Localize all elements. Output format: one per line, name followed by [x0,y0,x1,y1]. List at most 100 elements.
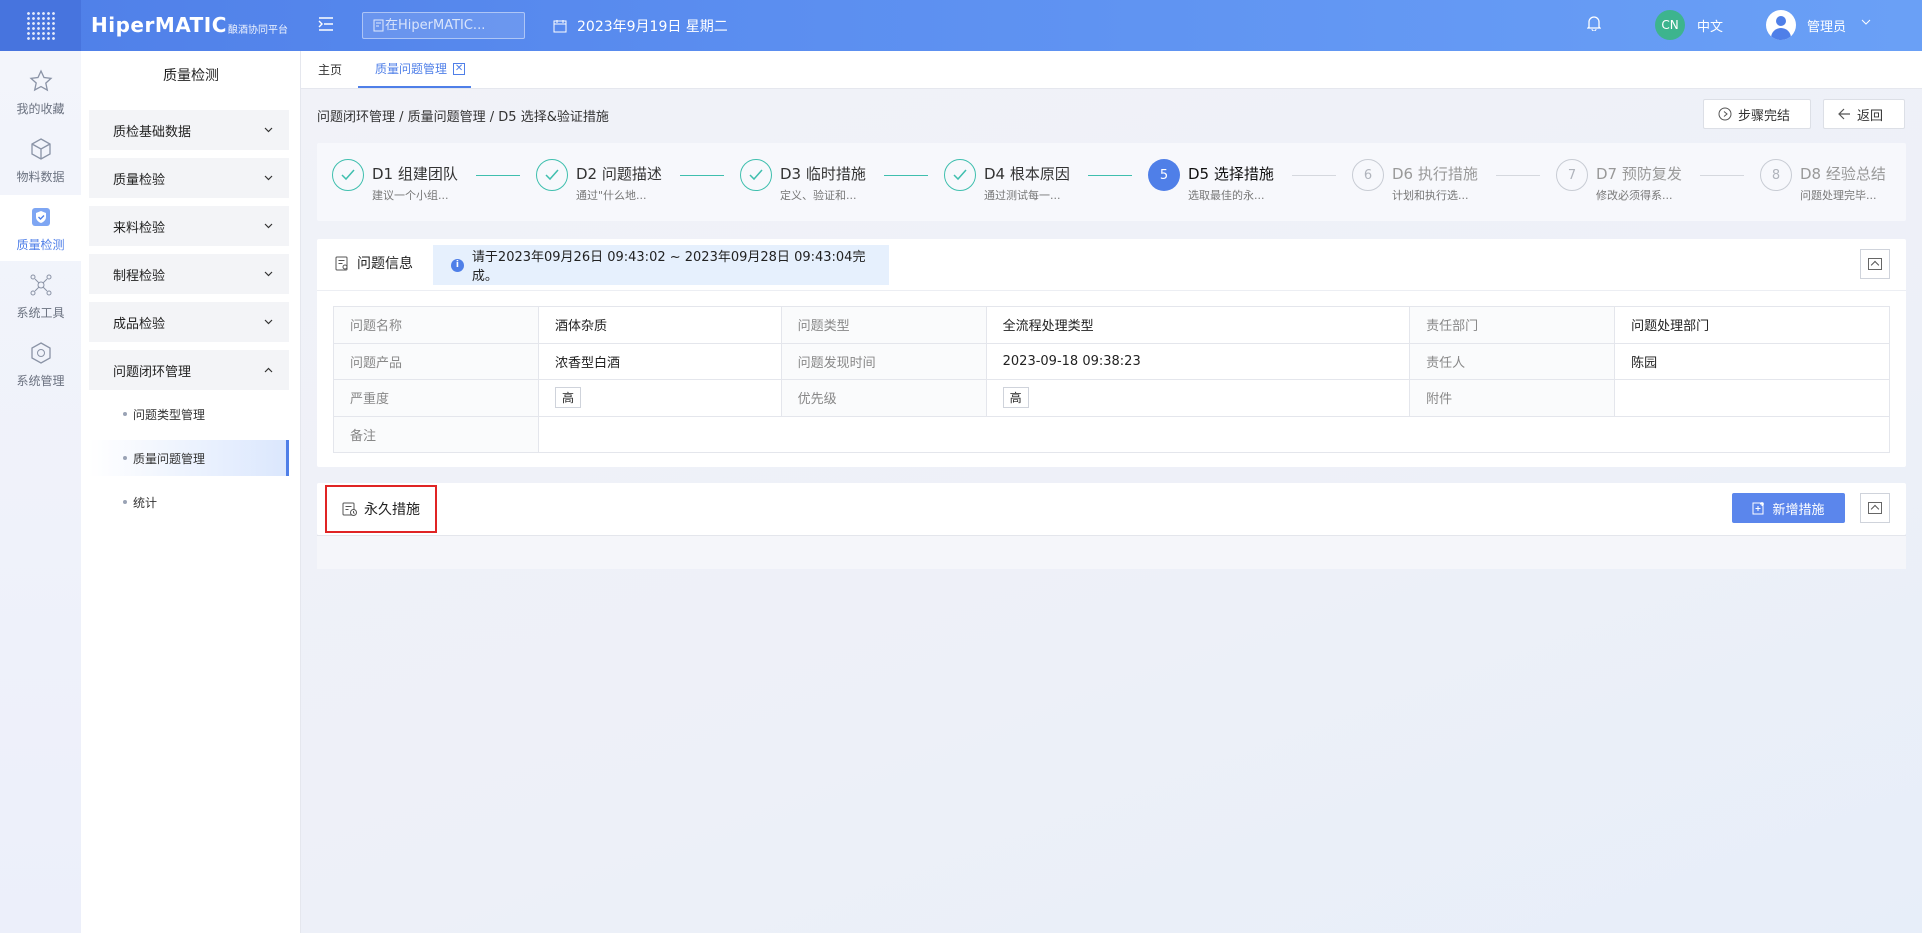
user-name[interactable]: 管理员 [1807,16,1846,35]
issue-info-title: 问题信息 [335,253,413,273]
field-label: 责任部门 [1409,306,1616,344]
step-desc: 建议一个小组... [372,189,449,202]
close-icon[interactable]: ✕ [453,62,466,75]
language-label[interactable]: 中文 [1697,16,1723,35]
sidebar: 质量检测 质检基础数据 质量检验 来料检验 制程检验 成品检验 问题闭环管理 问… [81,51,301,933]
issue-info-header: 问题信息 i 请于2023年09月26日 09:43:02 ~ 2023年09月… [317,239,1906,291]
app-grid-icon[interactable] [0,0,81,51]
rail-item-favorites[interactable]: 我的收藏 [0,59,81,125]
star-icon [28,68,54,94]
attachment-value[interactable] [1614,379,1890,417]
step-desc: 修改必须得系... [1596,189,1673,202]
issue-info-card: 问题信息 i 请于2023年09月26日 09:43:02 ~ 2023年09月… [317,239,1906,467]
play-circle-icon [1718,107,1732,121]
field-label: 附件 [1409,379,1616,417]
chevron-down-icon [264,223,273,229]
sidebar-item-quality-issues[interactable]: 质量问题管理 [89,440,289,476]
collapse-icon [1868,502,1882,514]
rail-item-system[interactable]: 系统管理 [0,331,81,397]
step-title: D3 临时措施 [780,165,866,183]
step-desc: 问题处理完毕... [1800,189,1877,202]
sidebar-group-finished[interactable]: 成品检验 [89,302,289,342]
chevron-down-icon [264,319,273,325]
module-rail: 我的收藏 物料数据 质量检测 系统工具 系统管理 [0,51,81,933]
sidebar-group-base-data[interactable]: 质检基础数据 [89,110,289,150]
cube-icon [28,136,54,162]
permanent-measures-body [317,535,1906,569]
rail-item-quality[interactable]: 质量检测 [0,195,81,261]
bell-icon[interactable] [1586,15,1602,35]
issue-info-table: 问题名称 酒体杂质 问题类型 全流程处理类型 责任部门 问题处理部门 问题产品 … [333,306,1890,453]
step-desc: 选取最佳的永... [1188,189,1265,202]
tab-quality-issues[interactable]: 质量问题管理 ✕ [358,51,472,88]
rail-label: 物料数据 [16,169,65,184]
collapse-button[interactable] [1860,249,1890,279]
rail-label: 系统工具 [16,305,65,320]
sidebar-item-label: 统计 [133,495,158,510]
current-date: 2023年9月19日 星期二 [553,16,728,36]
avatar[interactable] [1766,10,1796,40]
step-title: D5 选择措施 [1188,165,1274,183]
complete-step-button[interactable]: 步骤完结 [1703,99,1811,129]
brand-logo: HiperMATIC [91,13,227,37]
search-doc-icon [373,19,384,32]
step-connector [476,175,520,176]
step-connector [884,175,928,176]
measures-icon [342,502,357,516]
step-title: D6 执行措施 [1392,165,1478,183]
tab-label: 质量问题管理 [375,62,448,76]
field-label: 优先级 [780,379,987,417]
add-measure-label: 新增措施 [1772,502,1825,518]
rail-item-material[interactable]: 物料数据 [0,127,81,193]
chevron-down-icon[interactable] [1861,14,1871,28]
sidebar-group-issue-loop[interactable]: 问题闭环管理 [89,350,289,390]
sidebar-group-label: 质检基础数据 [113,124,192,140]
step-desc: 计划和执行选... [1392,189,1469,202]
sidebar-title: 质量检测 [163,68,219,84]
deadline-notice: i 请于2023年09月26日 09:43:02 ~ 2023年09月28日 0… [433,245,889,285]
chevron-down-icon [264,271,273,277]
tab-bar: 主页 质量问题管理 ✕ [301,51,1922,89]
rail-item-tools[interactable]: 系统工具 [0,263,81,329]
sidebar-item-label: 质量问题管理 [133,451,206,466]
calendar-icon [553,20,567,33]
field-value: 酒体杂质 [538,306,782,344]
language-badge[interactable]: CN [1655,10,1685,40]
collapse-button[interactable] [1860,493,1890,523]
collapse-icon [1868,258,1882,270]
step-progress: D1 组建团队 建议一个小组... D2 问题描述 通过"什么地... D3 临… [317,143,1906,221]
table-row: 严重度 高 优先级 高 附件 [333,379,1890,417]
step-connector [1292,175,1336,176]
sidebar-group-quality-inspection[interactable]: 质量检验 [89,158,289,198]
sidebar-item-issue-types[interactable]: 问题类型管理 [89,396,289,432]
step-desc: 定义、验证和... [780,189,857,202]
step-desc: 通过测试每一... [984,189,1061,202]
field-value: 高 [985,379,1411,417]
step-connector [1700,175,1744,176]
add-doc-icon [1752,502,1765,515]
tab-home[interactable]: 主页 [318,51,342,88]
date-text: 2023年9月19日 星期二 [577,19,728,35]
rail-label: 系统管理 [16,373,65,388]
step-title: D4 根本原因 [984,165,1070,183]
sidebar-group-process[interactable]: 制程检验 [89,254,289,294]
step-number: 6 [1352,159,1384,191]
remark-value [538,415,1890,453]
menu-toggle-icon[interactable] [318,16,334,36]
back-label: 返回 [1857,108,1884,124]
add-measure-button[interactable]: 新增措施 [1732,493,1845,523]
step-title: D7 预防复发 [1596,165,1682,183]
sidebar-group-incoming[interactable]: 来料检验 [89,206,289,246]
permanent-measures-label: 永久措施 [364,502,420,518]
search-box[interactable] [362,12,525,39]
sidebar-group-label: 来料检验 [113,220,166,236]
chevron-up-icon [264,367,273,373]
sidebar-group-label: 质量检验 [113,172,166,188]
sidebar-group-label: 成品检验 [113,316,166,332]
back-button[interactable]: 返回 [1823,99,1905,129]
search-input[interactable] [385,18,515,33]
field-label: 备注 [333,415,539,453]
bullet-icon [123,412,127,416]
sidebar-item-statistics[interactable]: 统计 [89,484,289,520]
field-label: 问题发现时间 [780,342,987,380]
